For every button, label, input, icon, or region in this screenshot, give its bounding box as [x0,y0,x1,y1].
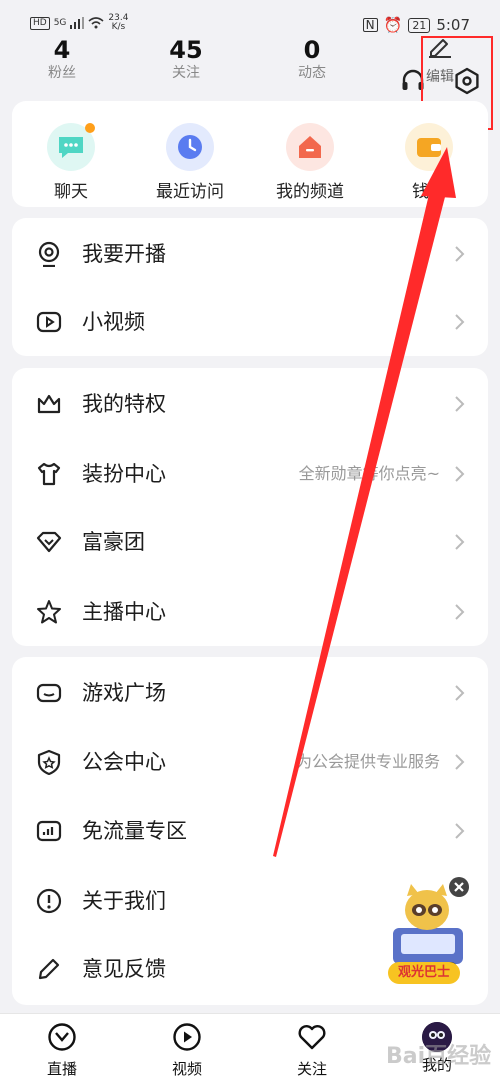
clock-icon [178,135,202,159]
info-icon [36,888,62,914]
tab-label: 关注 [296,1060,327,1078]
stat-posts-label: 动态 [298,65,326,81]
tab-live[interactable]: 直播 [22,1022,102,1078]
nfc-icon: N [362,18,378,32]
menu-item-label: 我的特权 [82,392,166,416]
menu-item-label: 关于我们 [82,889,166,913]
stat-posts[interactable]: 0 动态 [272,36,352,82]
play-icon [173,1023,201,1051]
menu-item-subtitle: 为公会提供专业服务 [295,752,440,771]
chevron-right-icon [455,754,465,770]
stat-posts-count: 0 [303,36,321,64]
net-speed: 23.4 K/s [108,14,128,32]
signal-indicator: 5G [53,18,67,28]
menu-item-dressup[interactable]: 装扮中心 全新勋章等你点亮~ [12,440,488,508]
webcam-icon [38,241,60,267]
quick-action-channel[interactable]: 我的频道 [260,123,360,203]
menu-group-live: 我要开播 小视频 [12,218,488,356]
menu-item-label: 免流量专区 [82,819,187,843]
status-right: N ⏰ 21 5:07 [362,16,470,34]
wallet-icon [417,138,441,157]
stat-following-count: 45 [169,36,203,64]
chevron-right-icon [455,466,465,482]
quick-actions-card: 聊天 最近访问 我的频道 钱包 [12,101,488,207]
stat-fans-label: 粉丝 [48,65,76,81]
menu-item-label: 装扮中心 [82,462,166,486]
chevron-right-icon [455,314,465,330]
menu-item-label: 公会中心 [82,750,166,774]
menu-item-start-live[interactable]: 我要开播 [12,220,488,288]
watermark: Bai百经验 [386,1044,492,1069]
menu-item-short-video[interactable]: 小视频 [12,288,488,356]
diamond-icon [36,531,62,553]
tab-video[interactable]: 视频 [147,1022,227,1078]
quick-action-label: 聊天 [54,182,88,202]
quick-action-recent[interactable]: 最近访问 [140,123,240,203]
wifi-icon [88,17,104,29]
video-icon [36,311,62,333]
quick-action-circle [166,123,214,171]
stat-fans-count: 4 [53,36,71,64]
close-icon [454,882,464,892]
gamepad-icon [36,683,62,703]
live-icon [48,1023,76,1051]
chevron-right-icon [455,604,465,620]
menu-item-game-plaza[interactable]: 游戏广场 [12,659,488,727]
menu-item-rich-club[interactable]: 富豪团 [12,508,488,576]
quick-action-label: 最近访问 [156,182,224,202]
shirt-icon [37,462,61,486]
menu-item-label: 游戏广场 [82,681,166,705]
menu-item-label: 我要开播 [82,242,166,266]
stat-following-label: 关注 [172,65,200,81]
ad-label: 观光巴士 [388,962,460,984]
home-icon [299,136,321,158]
shield-icon [37,749,61,775]
crown-icon [37,394,61,414]
chat-icon [59,137,83,158]
quick-action-label: 钱包 [412,182,446,202]
chevron-right-icon [455,534,465,550]
menu-item-privilege[interactable]: 我的特权 [12,370,488,438]
tab-label: 直播 [46,1060,77,1078]
menu-item-label: 小视频 [82,310,145,334]
tab-label: 视频 [171,1060,202,1078]
menu-item-label: 主播中心 [82,600,166,624]
quick-action-label: 我的频道 [276,182,344,202]
menu-item-anchor-center[interactable]: 主播中心 [12,578,488,646]
heart-icon [298,1025,326,1050]
chevron-right-icon [455,823,465,839]
menu-item-guild-center[interactable]: 公会中心 为公会提供专业服务 [12,728,488,796]
menu-item-free-data[interactable]: 免流量专区 [12,797,488,865]
chevron-right-icon [455,246,465,262]
stat-following[interactable]: 45 关注 [146,36,226,82]
tab-follow[interactable]: 关注 [272,1022,352,1078]
quick-action-circle [286,123,334,171]
menu-item-label: 富豪团 [82,530,145,554]
quick-action-chat[interactable]: 聊天 [21,123,121,203]
hd-indicator: HD [30,16,50,30]
close-ad-button[interactable] [449,877,469,897]
pencil-icon [38,958,60,980]
quick-action-wallet[interactable]: 钱包 [379,123,479,203]
stat-fans[interactable]: 4 粉丝 [22,36,102,82]
menu-item-label: 意见反馈 [82,957,166,981]
quick-action-circle [405,123,453,171]
battery-indicator: 21 [408,17,431,33]
menu-group-privilege: 我的特权 装扮中心 全新勋章等你点亮~ 富豪团 主播中心 [12,368,488,646]
signal-icon [36,820,62,842]
signal-bars-icon [70,17,85,29]
clock-time: 5:07 [436,16,470,34]
menu-item-subtitle: 全新勋章等你点亮~ [298,464,440,483]
alarm-icon: ⏰ [383,16,403,34]
status-bar: HD 5G 23.4 K/s N ⏰ 21 5:07 [0,0,500,36]
quick-action-circle [47,123,95,171]
star-icon [37,600,61,624]
chevron-right-icon [455,685,465,701]
net-speed-unit: K/s [111,22,126,32]
status-left: HD 5G 23.4 K/s [30,14,128,32]
chevron-right-icon [455,396,465,412]
notification-dot [85,123,95,133]
